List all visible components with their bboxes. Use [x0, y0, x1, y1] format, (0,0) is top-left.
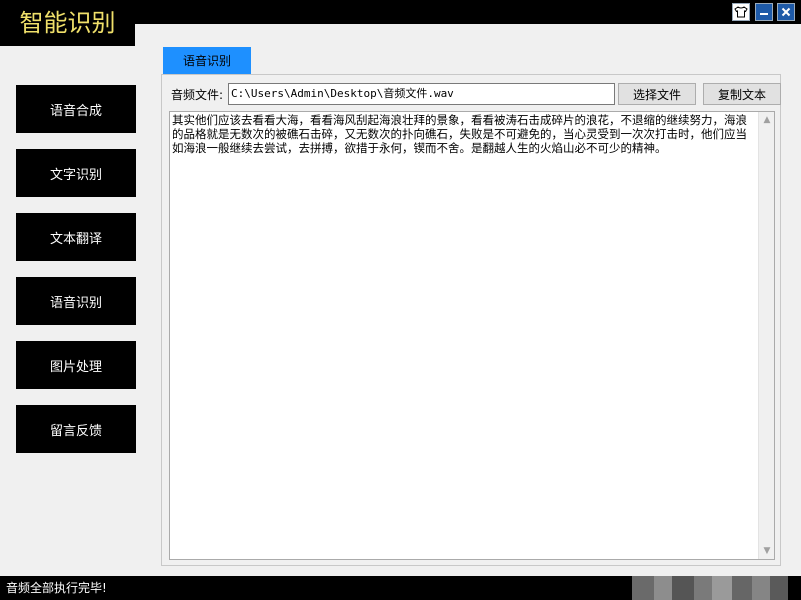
result-textarea[interactable]: 其实他们应该去看看大海，看看海风刮起海浪壮拜的景象，看看被涛石击成碎片的浪花，不…	[169, 111, 775, 560]
title-bar[interactable]	[135, 0, 801, 24]
sidebar-item-feedback[interactable]: 留言反馈	[16, 405, 136, 453]
skin-button[interactable]	[732, 3, 750, 21]
tab-speech-recognition[interactable]: 语音识别	[163, 47, 251, 74]
copy-text-button[interactable]: 复制文本	[703, 83, 781, 105]
choose-file-button[interactable]: 选择文件	[618, 83, 696, 105]
close-button[interactable]	[777, 3, 795, 21]
sidebar-item-speech-synthesis[interactable]: 语音合成	[16, 85, 136, 133]
sidebar-item-speech-recognition[interactable]: 语音识别	[16, 277, 136, 325]
result-text: 其实他们应该去看看大海，看看海风刮起海浪壮拜的景象，看看被涛石击成碎片的浪花，不…	[172, 113, 747, 155]
minimize-icon	[760, 13, 768, 15]
file-label: 音频文件:	[171, 88, 224, 102]
close-icon	[781, 7, 791, 17]
app-title: 智能识别	[0, 0, 135, 46]
scroll-up-icon[interactable]: ▲	[759, 112, 775, 128]
vertical-scrollbar[interactable]: ▲ ▼	[758, 112, 774, 559]
sidebar-item-text-recognition[interactable]: 文字识别	[16, 149, 136, 197]
scroll-down-icon[interactable]: ▼	[759, 543, 775, 559]
shirt-icon	[734, 6, 748, 18]
file-path-field[interactable]: C:\Users\Admin\Desktop\音频文件.wav	[228, 83, 615, 105]
sidebar-item-image-processing[interactable]: 图片处理	[16, 341, 136, 389]
sidebar-item-text-translation[interactable]: 文本翻译	[16, 213, 136, 261]
minimize-button[interactable]	[755, 3, 773, 21]
